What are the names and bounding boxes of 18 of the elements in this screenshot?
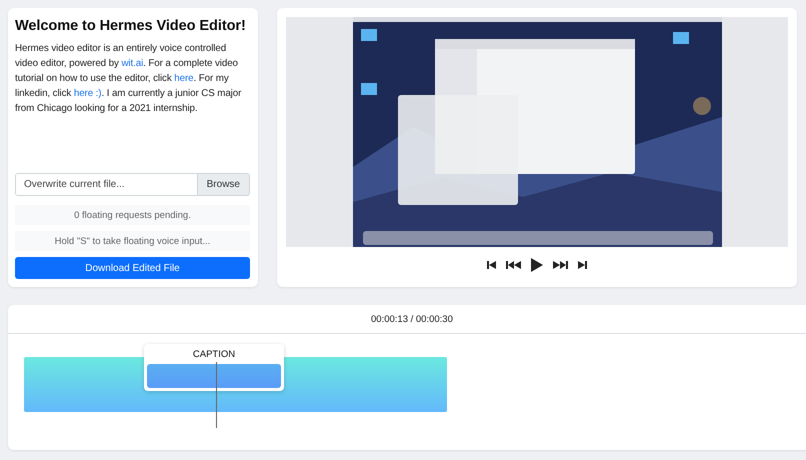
link[interactable]: here: [174, 73, 194, 84]
fast-forward-icon[interactable]: [553, 260, 568, 270]
intro-paragraph: Hermes video editor is an entirely voice controlled video editor, powered by wit.ai. For a complete video tutorial on how to use the editor, click here. For my linkedin, click here :). I am currently a junior CS major from Chicago looking for a 2021 internship.: [15, 42, 242, 116]
skip-back-icon[interactable]: [487, 260, 496, 270]
rewind-icon[interactable]: [506, 260, 521, 270]
skip-forward-icon[interactable]: [578, 260, 587, 270]
file-input[interactable]: Overwrite current file... Browse: [15, 173, 250, 196]
status-message: Hold "S" to take floating voice input...: [15, 231, 250, 251]
link[interactable]: wit.ai: [121, 58, 144, 69]
status-message: 0 floating requests pending.: [15, 205, 250, 225]
play-icon[interactable]: [531, 258, 543, 272]
timecode: 00:00:13 / 00:00:30: [371, 314, 453, 324]
browse-button[interactable]: Browse: [196, 174, 249, 195]
download-button[interactable]: Download Edited File: [15, 257, 250, 279]
caption-label: CAPTION: [192, 349, 236, 360]
link[interactable]: here :): [74, 88, 102, 99]
page-title: Welcome to Hermes Video Editor!: [15, 17, 246, 36]
caption-tooltip[interactable]: CAPTION: [144, 344, 284, 391]
